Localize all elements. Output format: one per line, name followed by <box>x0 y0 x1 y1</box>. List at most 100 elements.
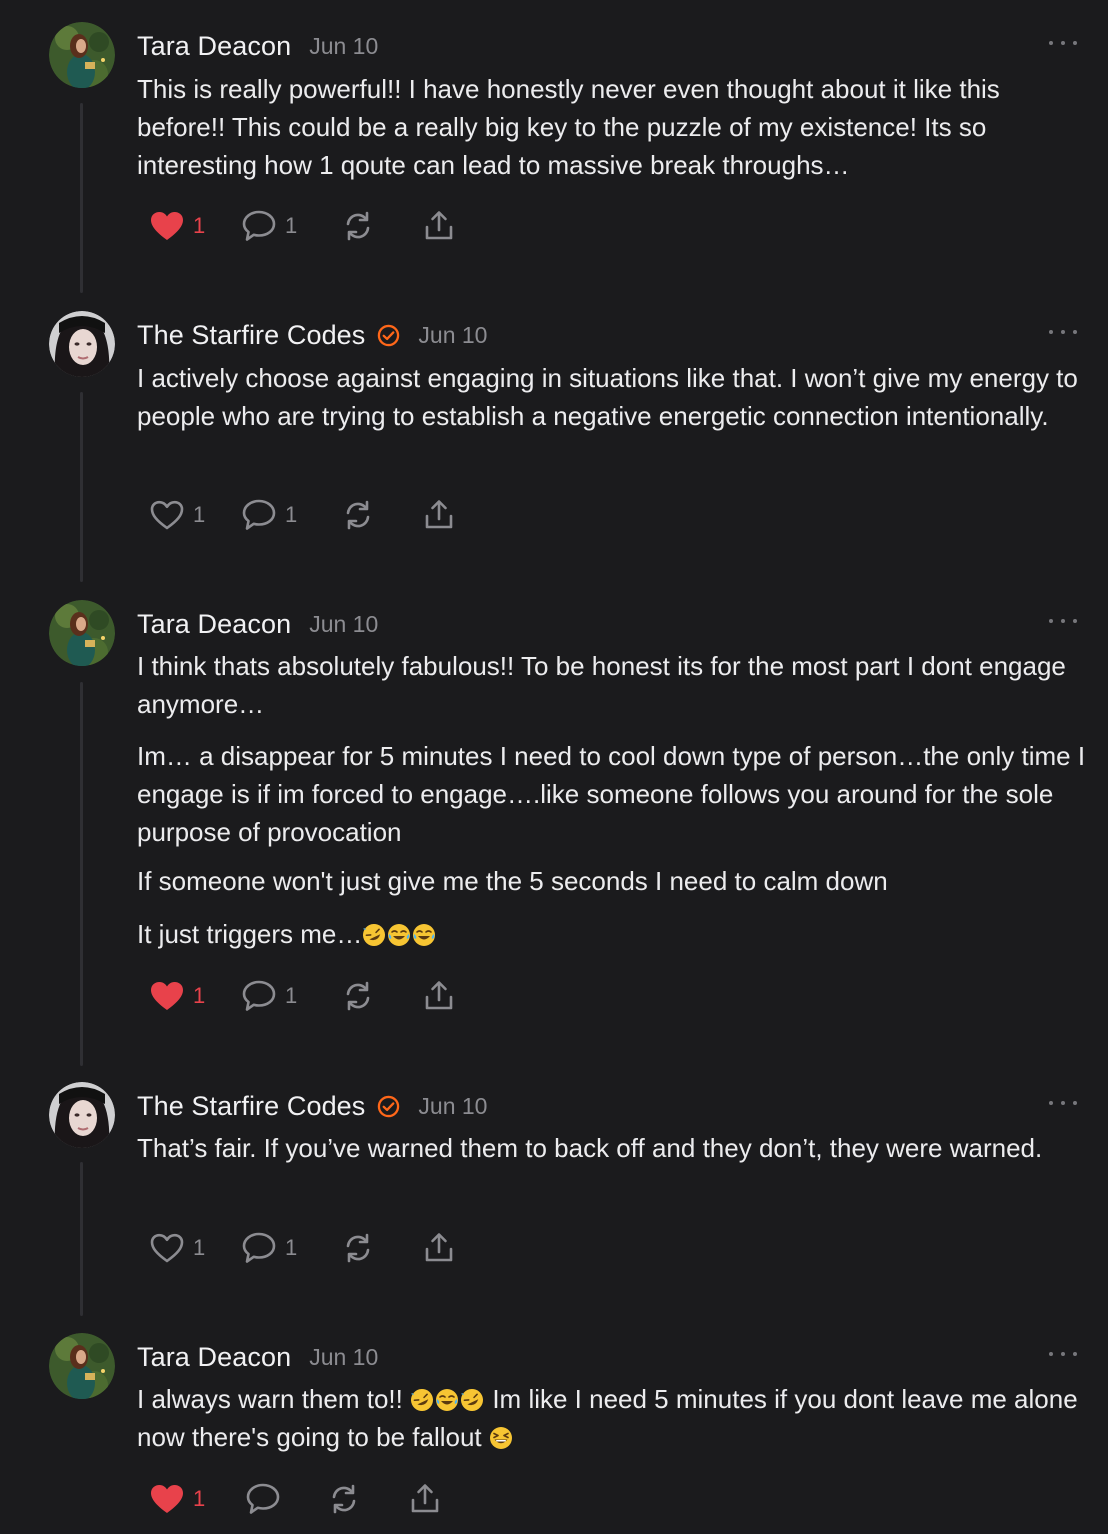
restack-icon <box>342 980 374 1012</box>
rolling-on-floor-laughing-emoji <box>411 1389 434 1411</box>
comment-bubble-icon <box>242 499 276 531</box>
more-options-button[interactable] <box>1049 1096 1077 1110</box>
share-button[interactable] <box>423 978 455 1014</box>
reply-button[interactable]: 1 <box>242 978 297 1014</box>
restack-button[interactable] <box>342 1230 374 1266</box>
reply-button[interactable] <box>246 1481 280 1517</box>
comment-date[interactable]: Jun 10 <box>309 611 378 638</box>
tara-avatar-image <box>49 1333 115 1399</box>
restack-button[interactable] <box>328 1481 360 1517</box>
reply-count: 1 <box>285 983 298 1008</box>
tara-avatar-image <box>49 600 115 666</box>
verified-badge-icon <box>377 1095 400 1118</box>
restack-icon <box>342 210 374 242</box>
share-icon <box>423 1232 455 1264</box>
tears-of-joy-emoji <box>436 1389 459 1411</box>
share-icon <box>409 1483 441 1515</box>
comment-text-with-emoji: I always warn them to!! Im like I need 5… <box>137 1380 1087 1456</box>
restack-icon <box>342 499 374 531</box>
starfire-avatar-image <box>49 311 115 377</box>
share-button[interactable] <box>423 497 455 533</box>
comment-date[interactable]: Jun 10 <box>418 1093 487 1120</box>
heart-outline-icon <box>150 500 184 530</box>
comment-actions: 1 <box>150 1481 550 1517</box>
author-name[interactable]: Tara Deacon <box>137 31 291 62</box>
tara-avatar-image <box>49 22 115 88</box>
comment-body: I think thats absolutely fabulous!! To b… <box>137 647 1087 953</box>
comment-header: Tara Deacon Jun 10 <box>137 1337 378 1377</box>
share-button[interactable] <box>423 1230 455 1266</box>
more-options-button[interactable] <box>1049 1347 1077 1361</box>
restack-button[interactable] <box>342 208 374 244</box>
comment-body: I actively choose against engaging in si… <box>137 359 1087 435</box>
author-name[interactable]: The Starfire Codes <box>137 320 365 351</box>
share-button[interactable] <box>409 1481 441 1517</box>
more-options-button[interactable] <box>1049 325 1077 339</box>
avatar[interactable] <box>49 600 115 666</box>
comment-body: I always warn them to!! Im like I need 5… <box>137 1380 1087 1456</box>
restack-button[interactable] <box>342 497 374 533</box>
share-icon <box>423 499 455 531</box>
like-count: 1 <box>193 1486 206 1511</box>
reply-count: 1 <box>285 1235 298 1260</box>
more-options-button[interactable] <box>1049 36 1077 50</box>
comment-text: I actively choose against engaging in si… <box>137 363 1078 431</box>
comment-date[interactable]: Jun 10 <box>418 322 487 349</box>
comment-body: This is really powerful!! I have honestl… <box>137 70 1087 184</box>
comment-bubble-icon <box>242 980 276 1012</box>
reply-count: 1 <box>285 502 298 527</box>
like-count: 1 <box>193 983 206 1008</box>
comment-text-with-emoji: It just triggers me… <box>137 915 1087 953</box>
reply-button[interactable]: 1 <box>242 497 297 533</box>
comment-thread: Tara Deacon Jun 10 This is really powerf… <box>0 0 1108 1534</box>
like-button[interactable]: 1 <box>150 1481 205 1517</box>
like-button[interactable]: 1 <box>150 1230 205 1266</box>
author-name[interactable]: The Starfire Codes <box>137 1091 365 1122</box>
share-button[interactable] <box>423 208 455 244</box>
share-icon <box>423 980 455 1012</box>
author-name[interactable]: Tara Deacon <box>137 609 291 640</box>
more-options-button[interactable] <box>1049 614 1077 628</box>
verified-badge-icon <box>377 324 400 347</box>
tears-of-joy-emoji <box>413 924 436 946</box>
heart-filled-icon <box>150 981 184 1011</box>
reply-button[interactable]: 1 <box>242 1230 297 1266</box>
comment: The Starfire Codes Jun 10 I actively cho… <box>0 311 1108 551</box>
comment-date[interactable]: Jun 10 <box>309 1344 378 1371</box>
restack-button[interactable] <box>342 978 374 1014</box>
comment: Tara Deacon Jun 10 I always warn them to… <box>0 1333 1108 1533</box>
tears-of-joy-emoji <box>388 924 411 946</box>
comment-bubble-icon <box>242 210 276 242</box>
comment-text: I always warn them to!! <box>137 1384 411 1414</box>
avatar[interactable] <box>49 22 115 88</box>
comment-date[interactable]: Jun 10 <box>309 33 378 60</box>
comment-actions: 1 1 <box>150 497 550 533</box>
comment-text: If someone won't just give me the 5 seco… <box>137 866 888 896</box>
rolling-on-floor-laughing-emoji <box>363 924 386 946</box>
comment-text: This is really powerful!! I have honestl… <box>137 74 1000 180</box>
restack-icon <box>328 1483 360 1515</box>
author-name[interactable]: Tara Deacon <box>137 1342 291 1373</box>
restack-icon <box>342 1232 374 1264</box>
comment-text: It just triggers me… <box>137 919 363 949</box>
reply-button[interactable]: 1 <box>242 208 297 244</box>
like-button[interactable]: 1 <box>150 978 205 1014</box>
avatar[interactable] <box>49 311 115 377</box>
comment-actions: 1 1 <box>150 978 550 1014</box>
comment-header: Tara Deacon Jun 10 <box>137 604 378 644</box>
comment-header: The Starfire Codes Jun 10 <box>137 1086 487 1126</box>
avatar[interactable] <box>49 1333 115 1399</box>
grinning-squinting-face-emoji <box>489 1427 512 1449</box>
like-button[interactable]: 1 <box>150 208 205 244</box>
comment-actions: 1 1 <box>150 1230 550 1266</box>
starfire-avatar-image <box>49 1082 115 1148</box>
like-count: 1 <box>193 1235 206 1260</box>
comment-body: That’s fair. If you’ve warned them to ba… <box>137 1129 1087 1167</box>
comment: The Starfire Codes Jun 10 That’s fair. I… <box>0 1082 1108 1282</box>
rolling-on-floor-laughing-emoji <box>461 1389 484 1411</box>
comment-text: That’s fair. If you’ve warned them to ba… <box>137 1133 1043 1163</box>
like-button[interactable]: 1 <box>150 497 205 533</box>
comment-text: Im… a disappear for 5 minutes I need to … <box>137 741 1086 847</box>
avatar[interactable] <box>49 1082 115 1148</box>
heart-filled-icon <box>150 211 184 241</box>
